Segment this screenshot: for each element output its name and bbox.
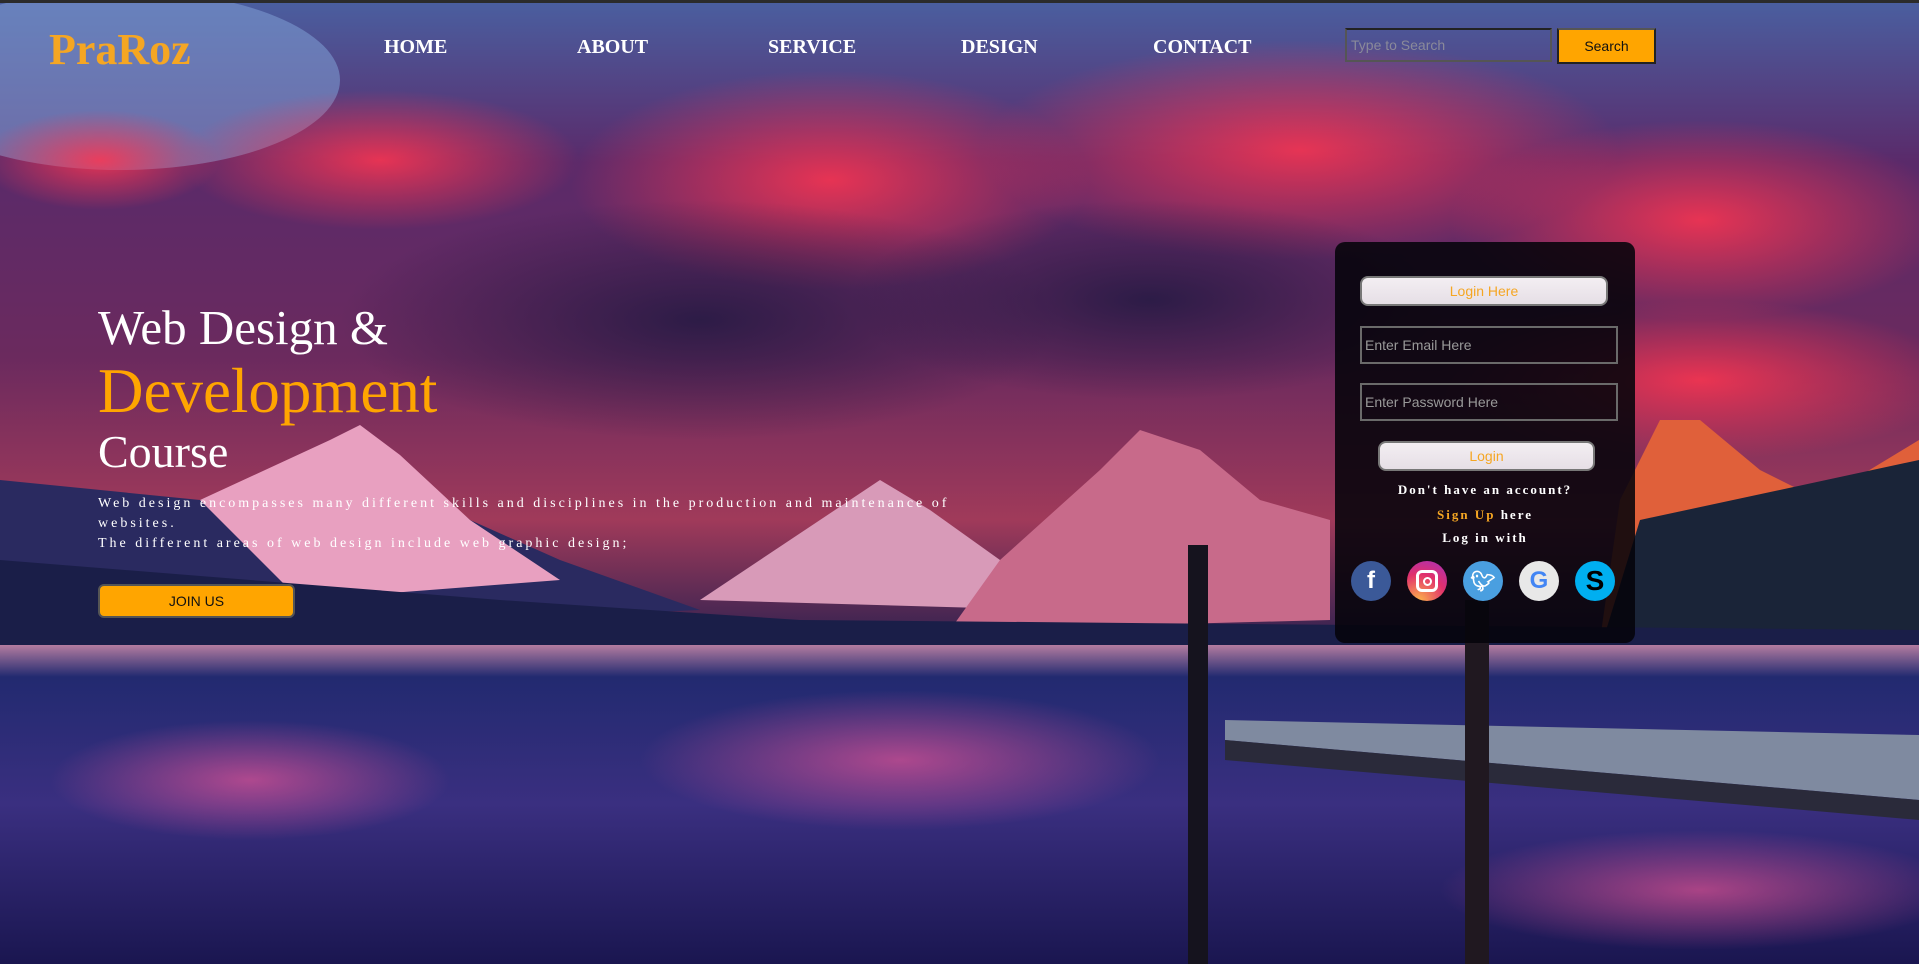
hero-title-line2: Development bbox=[98, 356, 438, 426]
search-input[interactable] bbox=[1345, 28, 1552, 62]
hero-title-line1: Web Design & bbox=[98, 300, 389, 355]
google-icon[interactable]: G bbox=[1519, 561, 1559, 601]
signup-link[interactable]: Sign Up bbox=[1437, 507, 1495, 522]
search-button[interactable]: Search bbox=[1557, 28, 1656, 64]
hero-description-2: The different areas of web design includ… bbox=[98, 536, 630, 551]
hero-description-1: Web design encompasses many different sk… bbox=[98, 496, 950, 531]
hero-description: Web design encompasses many different sk… bbox=[98, 494, 978, 554]
top-border bbox=[0, 0, 1919, 3]
login-button[interactable]: Login bbox=[1378, 441, 1595, 471]
hero-title-line3: Course bbox=[98, 426, 229, 477]
nav-contact[interactable]: CONTACT bbox=[1153, 36, 1252, 59]
skype-icon[interactable]: S bbox=[1575, 561, 1615, 601]
password-input[interactable] bbox=[1360, 383, 1618, 421]
login-with-text: Log in with bbox=[1442, 530, 1528, 545]
login-title: Login Here bbox=[1360, 276, 1608, 306]
no-account-text: Don't have an account? bbox=[1397, 482, 1573, 497]
join-us-button[interactable]: JOIN US bbox=[98, 584, 295, 618]
nav-service[interactable]: SERVICE bbox=[768, 36, 856, 59]
email-input[interactable] bbox=[1360, 326, 1618, 364]
instagram-icon[interactable] bbox=[1407, 561, 1447, 601]
hero-section: Web Design & Development Course Web desi… bbox=[98, 300, 978, 618]
signup-line: Sign Up here bbox=[1335, 507, 1635, 523]
nav-design[interactable]: DESIGN bbox=[961, 36, 1038, 59]
signup-suffix: here bbox=[1495, 507, 1533, 522]
logo[interactable]: PraRoz bbox=[49, 24, 191, 75]
twitter-icon[interactable]: 🐦︎ bbox=[1463, 561, 1503, 601]
facebook-icon[interactable]: f bbox=[1351, 561, 1391, 601]
nav-home[interactable]: HOME bbox=[384, 36, 447, 59]
nav-about[interactable]: ABOUT bbox=[577, 36, 648, 59]
login-panel: Login Here Login Don't have an account? … bbox=[1335, 242, 1635, 643]
